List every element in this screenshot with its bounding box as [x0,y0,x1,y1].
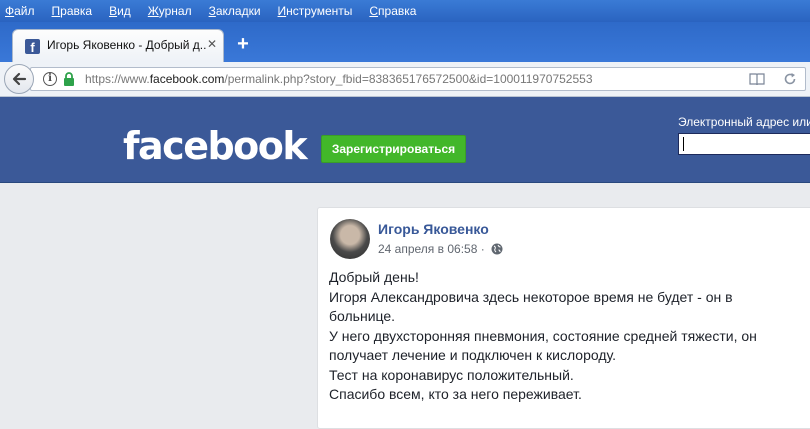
post-body: Добрый день! Игоря Александровича здесь … [329,268,789,405]
post-card: Игорь Яковенко 24 апреля в 06:58 · Добры… [317,207,810,429]
menu-item-help[interactable]: Справка [364,4,416,18]
post-timestamp-text[interactable]: 24 апреля в 06:58 · [378,242,485,256]
lock-icon[interactable] [63,72,75,86]
back-arrow-icon [12,72,27,86]
post-line: Добрый день! [329,269,419,285]
email-input[interactable] [678,133,810,155]
close-tab-icon[interactable]: ✕ [205,37,219,51]
facebook-header: facebook Зарегистрироваться Электронный … [0,97,810,183]
post-line: Спасибо всем, кто за него переживает. [329,386,582,402]
back-button[interactable] [4,64,34,94]
email-label: Электронный адрес или [678,115,810,129]
author-avatar[interactable] [330,219,370,259]
post-timestamp: 24 апреля в 06:58 · [378,242,503,256]
facebook-favicon-icon: f [25,39,40,55]
menu-bar: Файл Правка Вид Журнал Закладки Инструме… [0,0,810,22]
url-text[interactable]: https://www.facebook.com/permalink.php?s… [85,72,593,86]
menu-item-view[interactable]: Вид [104,4,131,18]
text-caret [683,137,684,151]
post-line: У него двухсторонняя пневмония, состояни… [329,327,757,364]
menu-item-history[interactable]: Журнал [143,4,192,18]
menu-item-edit[interactable]: Правка [47,4,93,18]
facebook-logo[interactable]: facebook [123,124,308,168]
signup-button[interactable]: Зарегистрироваться [321,135,466,163]
new-tab-button[interactable]: + [233,34,253,54]
menu-item-bookmarks[interactable]: Закладки [204,4,261,18]
post-line: Игоря Александровича здесь некоторое вре… [329,288,733,325]
tab-strip: f Игорь Яковенко - Добрый д... ✕ + [0,22,810,62]
globe-icon[interactable] [491,243,503,255]
post-line: Тест на коронавирус положительный. [329,366,574,383]
reload-icon[interactable] [783,72,797,86]
navigation-bar: i https://www.facebook.com/permalink.php… [0,62,810,97]
post-author[interactable]: Игорь Яковенко [378,221,489,237]
menu-item-tools[interactable]: Инструменты [273,4,353,18]
address-bar[interactable]: i https://www.facebook.com/permalink.php… [30,67,806,91]
info-icon[interactable]: i [43,72,57,86]
menu-item-file[interactable]: Файл [0,4,35,18]
reader-view-icon[interactable] [749,72,765,86]
tab-facebook-post[interactable]: f Игорь Яковенко - Добрый д... ✕ [12,29,224,62]
tab-title: Игорь Яковенко - Добрый д... [47,38,207,52]
